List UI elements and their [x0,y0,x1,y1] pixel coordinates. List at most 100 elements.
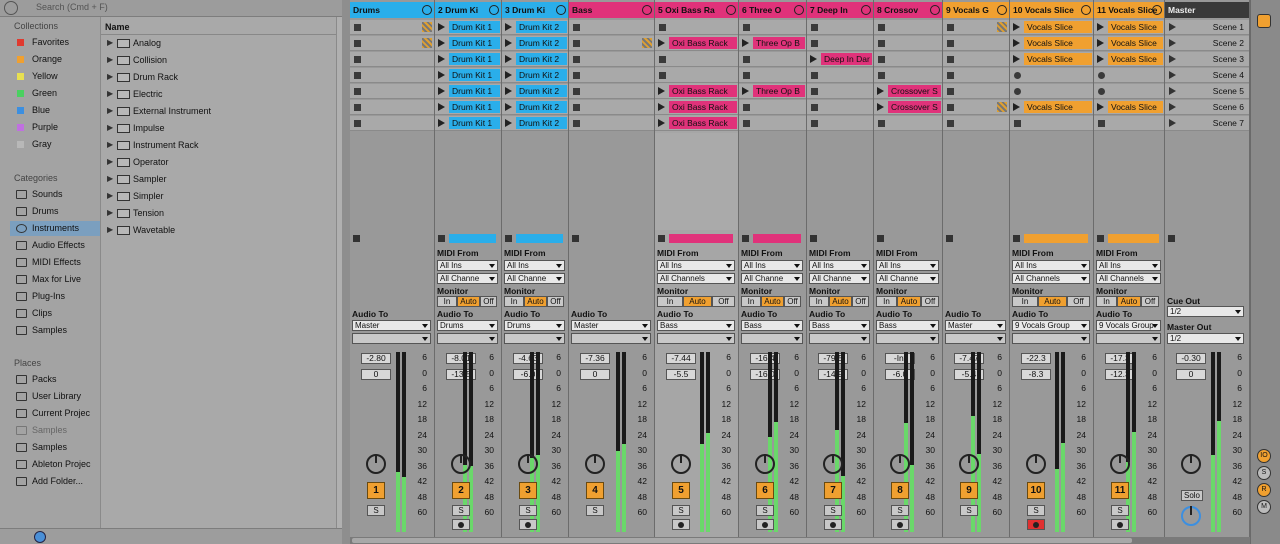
clip-slot[interactable]: Drum Kit 1 [435,36,501,51]
clip-slot[interactable]: Vocals Slice [1094,100,1164,115]
stop-slot-icon[interactable] [947,104,954,111]
clip-drop-area[interactable] [1094,133,1164,230]
midi-channel-select[interactable]: All Channels [657,273,735,284]
stop-clips-icon[interactable] [946,235,953,242]
clip-slot[interactable] [1094,116,1164,131]
place-samples-2[interactable]: Samples [14,440,100,455]
arm-button[interactable] [672,519,690,530]
audio-to-select[interactable]: 9 Vocals Group [1096,320,1161,331]
track-fold-icon[interactable] [556,5,566,15]
place-samples-1[interactable]: Samples [14,423,100,438]
collection-yellow[interactable]: Yellow [14,69,100,84]
category-sounds[interactable]: Sounds [14,187,100,202]
track-activator-button[interactable]: 3 [519,482,537,499]
clip-play-icon[interactable] [658,103,665,111]
list-item[interactable]: ▶ External Instrument [107,103,335,119]
pan-knob[interactable] [1110,454,1130,474]
clip[interactable]: Drum Kit 1 [449,85,500,97]
monitor-auto-button[interactable]: Auto [524,296,547,307]
record-slot-icon[interactable] [1014,88,1021,95]
clip-slot[interactable]: Vocals Slice [1094,36,1164,51]
midi-from-select[interactable]: All Ins [657,260,735,271]
clip-slot[interactable] [739,68,806,83]
audio-to-channel[interactable] [741,333,803,344]
clip-slot[interactable]: Drum Kit 2 [502,52,568,67]
clip-slot[interactable] [569,68,654,83]
clip-play-icon[interactable] [505,87,512,95]
clip[interactable]: Drum Kit 1 [449,21,500,33]
stop-slot-icon[interactable] [573,24,580,31]
clip-slot[interactable]: Vocals Slice [1010,100,1093,115]
clip[interactable]: Three Op B [753,37,805,49]
clip-play-icon[interactable] [1097,55,1104,63]
pan-knob[interactable] [890,454,910,474]
search-bar[interactable]: Search (Cmd + F) [0,0,342,17]
clip[interactable]: Three Op B [753,85,805,97]
browser-scrollbar[interactable] [336,17,342,528]
list-item[interactable]: ▶ Wavetable [107,222,335,238]
stop-slot-icon[interactable] [743,72,750,79]
clip[interactable]: Vocals Slice [1108,101,1163,113]
audio-to-select[interactable]: 9 Vocals Group [1012,320,1090,331]
audio-to-channel[interactable] [1012,333,1090,344]
clip-play-icon[interactable] [742,87,749,95]
stop-slot-icon[interactable] [354,88,361,95]
monitor-off-button[interactable]: Off [1067,296,1090,307]
clip-slot[interactable]: Crossover S [874,84,942,99]
track-activator-button[interactable]: 1 [367,482,385,499]
track-fold-icon[interactable] [997,5,1007,15]
clip-slot[interactable] [655,52,738,67]
stop-slot-icon[interactable] [878,24,885,31]
stop-slot-icon[interactable] [659,72,666,79]
track-title[interactable]: Bass [569,2,654,18]
track-stop-area[interactable] [1010,233,1093,244]
stop-slot-icon[interactable] [947,72,954,79]
clip[interactable]: Crossover S [888,85,941,97]
clip-play-icon[interactable] [505,55,512,63]
collection-blue[interactable]: Blue [14,103,100,118]
category-clips[interactable]: Clips [14,306,100,321]
clip-slot[interactable] [569,36,654,51]
chevron-right-icon[interactable]: ▶ [107,137,113,153]
track-title[interactable]: 2 Drum Ki [435,2,501,18]
clip-drop-area[interactable] [1165,133,1249,230]
clip[interactable]: Drum Kit 2 [516,101,567,113]
solo-button[interactable]: S [519,505,537,516]
clip-slot[interactable] [1094,68,1164,83]
stop-clips-icon[interactable] [572,235,579,242]
clip-play-icon[interactable] [1013,103,1020,111]
clip[interactable]: Drum Kit 1 [449,101,500,113]
stop-slot-icon[interactable] [659,56,666,63]
record-slot-icon[interactable] [1098,72,1105,79]
chevron-right-icon[interactable]: ▶ [107,120,113,136]
chevron-right-icon[interactable]: ▶ [107,86,113,102]
clip-drop-area[interactable] [569,133,654,230]
scene-play-icon[interactable] [1169,103,1176,111]
solo-button[interactable]: S [367,505,385,516]
clip[interactable]: Drum Kit 1 [449,69,500,81]
audio-to-select[interactable]: Bass [741,320,803,331]
place-current-project[interactable]: Current Projec [14,406,100,421]
clip-slot[interactable]: Three Op B [739,84,806,99]
stop-slot-icon[interactable] [743,56,750,63]
chevron-right-icon[interactable]: ▶ [107,171,113,187]
clip-slot[interactable] [569,84,654,99]
list-item[interactable]: ▶ Collision [107,52,335,68]
monitor-auto-button[interactable]: Auto [761,296,784,307]
clip[interactable]: Oxi Bass Rack [669,37,737,49]
track-title[interactable]: 8 Crossov [874,2,942,18]
record-slot-icon[interactable] [1098,88,1105,95]
clip-play-icon[interactable] [1097,103,1104,111]
clip-slot[interactable] [943,68,1009,83]
track-title[interactable]: 10 Vocals Slice [1010,2,1093,18]
midi-from-select[interactable]: All Ins [1012,260,1090,271]
clip-slot[interactable]: Drum Kit 1 [435,68,501,83]
clip-drop-area[interactable] [807,133,873,230]
monitor-in-button[interactable]: In [657,296,683,307]
clip-slot[interactable]: Vocals Slice [1010,20,1093,35]
chevron-right-icon[interactable]: ▶ [107,52,113,68]
audio-to-select[interactable]: Drums [437,320,498,331]
clip-slot[interactable] [874,20,942,35]
stop-slot-icon[interactable] [947,56,954,63]
track-stop-area[interactable] [655,233,738,244]
